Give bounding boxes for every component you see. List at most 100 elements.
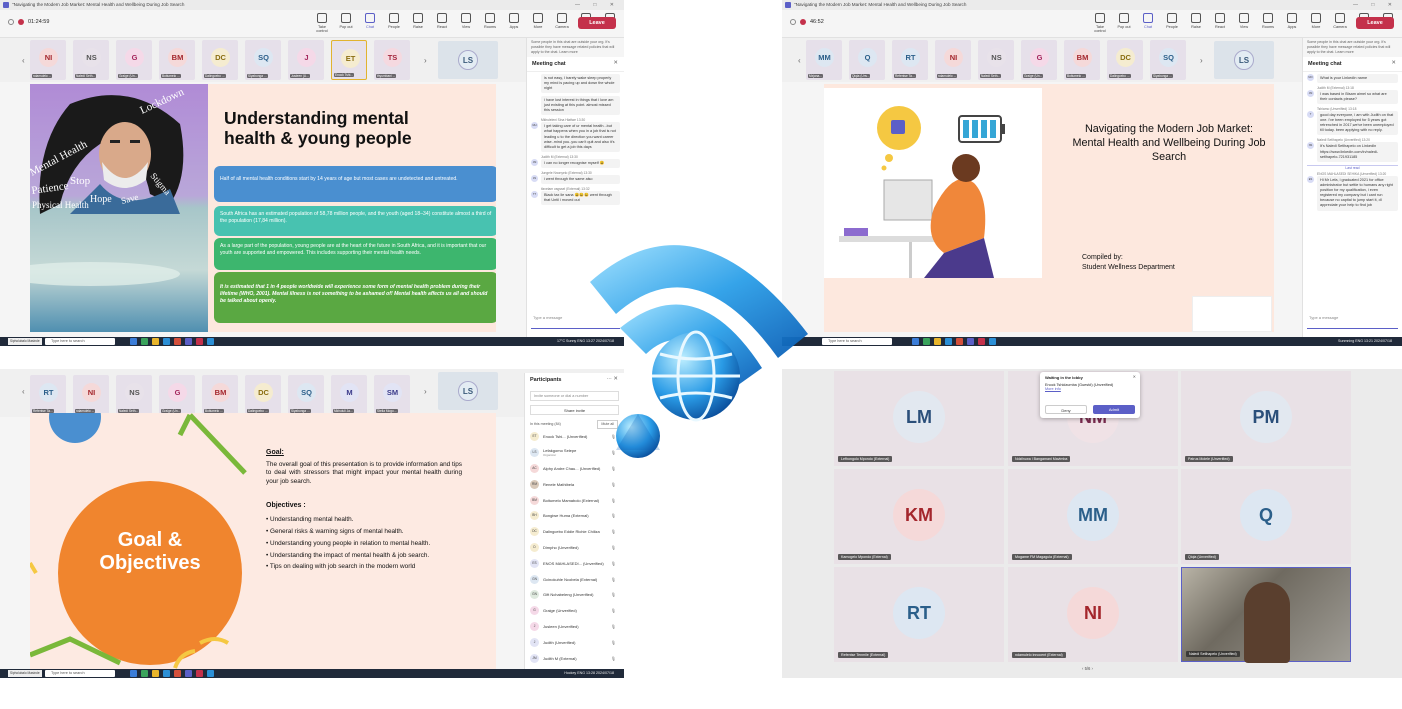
toolbar-pop-out-button[interactable]: Pop out (1114, 13, 1134, 33)
participant-tile[interactable]: DC Dalingcebo ... (202, 40, 238, 80)
app-icon[interactable] (130, 670, 137, 677)
participant-tile[interactable]: SM Stella Mogo... (374, 375, 410, 415)
participant-row[interactable]: DC Dalingcebo Eddie Richie Chiliza 🎙 (525, 524, 624, 540)
app-icon[interactable] (207, 338, 214, 345)
app-icon[interactable] (174, 338, 181, 345)
app-icon[interactable] (141, 670, 148, 677)
toolbar-rooms-button[interactable]: Rooms (1258, 13, 1278, 33)
participant-tile[interactable]: RT Refentse Ta... (892, 40, 928, 80)
toolbar-chat-button[interactable]: Chat (360, 13, 380, 33)
strip-prev-icon[interactable]: ‹ (798, 56, 801, 65)
app-icon[interactable] (174, 670, 181, 677)
participant-tile[interactable]: J Jusleen (U... (288, 40, 324, 80)
deny-button[interactable]: Deny (1045, 405, 1087, 414)
video-tile[interactable]: MM Mogame FM Magagula (External) (1008, 469, 1178, 564)
app-icon[interactable] (196, 338, 203, 345)
video-tile[interactable]: LM Lefhongolo Mpondo (External) (834, 371, 1004, 466)
toolbar-camera-button[interactable]: Camera (1330, 13, 1350, 33)
admit-button[interactable]: Admit (1093, 405, 1135, 414)
toolbar-apps-button[interactable]: Apps (504, 13, 524, 33)
window-controls[interactable]: — □ ✕ (1353, 0, 1398, 10)
participant-tile[interactable]: NS Naledi Seth... (978, 40, 1014, 80)
app-icon[interactable] (163, 338, 170, 345)
participant-tile[interactable]: NI ndamulelo ... (935, 40, 971, 80)
taskbar-search[interactable]: Type here to search (45, 338, 115, 345)
participant-row[interactable]: J Jusleen (Unverified) 🎙 (525, 619, 624, 635)
taskbar-search[interactable]: Type here to search (822, 338, 892, 345)
participant-tile[interactable]: M Mkhululi Ja... (331, 375, 367, 415)
participant-tile[interactable]: G Graige (Un... (116, 40, 152, 80)
app-icon[interactable] (934, 338, 941, 345)
video-tile[interactable]: PM Patrus Molele (Unverified) (1181, 371, 1351, 466)
app-icon[interactable] (967, 338, 974, 345)
app-icon[interactable] (185, 338, 192, 345)
participant-row[interactable]: GN Gift Nchabeleng (Unverified) 🎙 (525, 587, 624, 603)
strip-prev-icon[interactable]: ‹ (22, 56, 25, 65)
close-icon[interactable]: ✕ (1133, 374, 1136, 379)
participant-tile[interactable]: G Graige (Un... (159, 375, 195, 415)
participant-row[interactable]: G Graige (Unverified) 🎙 (525, 603, 624, 619)
app-icon[interactable] (141, 338, 148, 345)
participant-tile[interactable]: SQ Siyabonga ... (245, 40, 281, 80)
app-icon[interactable] (956, 338, 963, 345)
strip-next-icon[interactable]: › (424, 387, 427, 396)
leave-button[interactable]: Leave (578, 17, 616, 29)
toolbar-camera-button[interactable]: Camera (552, 13, 572, 33)
toolbar-react-button[interactable]: React (1210, 13, 1230, 33)
chat-input[interactable]: Type a message (1307, 313, 1398, 329)
participant-tile[interactable]: BM Boitumelo ... (159, 40, 195, 80)
video-tile[interactable]: Naledi Setlhapelo (Unverified) (1181, 567, 1351, 663)
self-video-tile[interactable]: LS (1214, 41, 1274, 79)
close-icon[interactable]: ✕ (1391, 60, 1396, 66)
participant-row[interactable]: JM Judith M (External) 🎙 (525, 650, 624, 666)
toolbar-people-button[interactable]: People (1162, 13, 1182, 33)
participant-row[interactable]: BH Bongiwe Huma (External) 🎙 (525, 508, 624, 524)
participant-row[interactable]: D Dimpho (Unverified) 🎙 (525, 540, 624, 556)
participant-tile[interactable]: SQ Siyabonga ... (288, 375, 324, 415)
strip-next-icon[interactable]: › (1200, 56, 1203, 65)
toolbar-react-button[interactable]: React (432, 13, 452, 33)
leave-button[interactable]: Leave (1356, 17, 1394, 29)
toolbar-raise-button[interactable]: Raise (1186, 13, 1206, 33)
app-icon[interactable] (130, 338, 137, 345)
participant-tile[interactable]: DC Dalingcebo ... (245, 375, 281, 415)
app-icon[interactable] (152, 670, 159, 677)
participant-tile[interactable]: ET Enock Tshi... (331, 40, 367, 80)
toolbar-take-control-button[interactable]: Take control (312, 13, 332, 33)
taskbar-search[interactable]: Type here to search (45, 670, 115, 677)
toolbar-more-button[interactable]: More (528, 13, 548, 33)
participant-row[interactable]: GN Gcinokuhle Ncobela (External) 🎙 (525, 571, 624, 587)
gallery-pager[interactable]: ‹ 5/6 › (1082, 666, 1093, 671)
video-tile[interactable]: KM Kamogelo Mpondo (External) (834, 469, 1004, 564)
lobby-more-info-link[interactable]: More info (1045, 387, 1135, 391)
participant-tile[interactable]: BM Boitumelo ... (1064, 40, 1100, 80)
participant-row[interactable]: J Judith (Unverified) 🎙 (525, 634, 624, 650)
app-icon[interactable] (912, 338, 919, 345)
close-icon[interactable]: ✕ (613, 60, 618, 66)
toolbar-more-button[interactable]: More (1306, 13, 1326, 33)
app-icon[interactable] (923, 338, 930, 345)
app-icon[interactable] (978, 338, 985, 345)
participant-tile[interactable]: MM Mxjana... (806, 40, 842, 80)
app-icon[interactable] (163, 670, 170, 677)
toolbar-pop-out-button[interactable]: Pop out (336, 13, 356, 33)
app-icon[interactable] (185, 670, 192, 677)
participant-tile[interactable]: NS Naledi Seth... (116, 375, 152, 415)
participant-tile[interactable]: NI ndamulelo ... (73, 375, 109, 415)
toolbar-raise-button[interactable]: Raise (408, 13, 428, 33)
app-icon[interactable] (152, 338, 159, 345)
participant-tile[interactable]: SQ Siyabonga ... (1150, 40, 1186, 80)
strip-next-icon[interactable]: › (424, 56, 427, 65)
video-tile[interactable]: RT Refentse Tenmile (External) (834, 567, 1004, 662)
self-video-tile[interactable]: LS (438, 372, 498, 410)
video-tile[interactable]: Q Qiqla (Unverified) (1181, 469, 1351, 564)
participant-tile[interactable]: Q Qiqla (Unv... (849, 40, 885, 80)
participant-tile[interactable]: RT Refentse Ta... (30, 375, 66, 415)
participant-tile[interactable]: NS Naledi Seth... (73, 40, 109, 80)
participant-row[interactable]: ES ENOS MAHLASEDI... (Unverified) 🎙 (525, 555, 624, 571)
participant-tile[interactable]: NI ndamulelo ... (30, 40, 66, 80)
participant-tile[interactable]: BM Boitumelo ... (202, 375, 238, 415)
toolbar-view-button[interactable]: View (456, 13, 476, 33)
participant-tile[interactable]: G Graige (Un... (1021, 40, 1057, 80)
participant-row[interactable]: RM Renele Mathibela 🎙 (525, 476, 624, 492)
